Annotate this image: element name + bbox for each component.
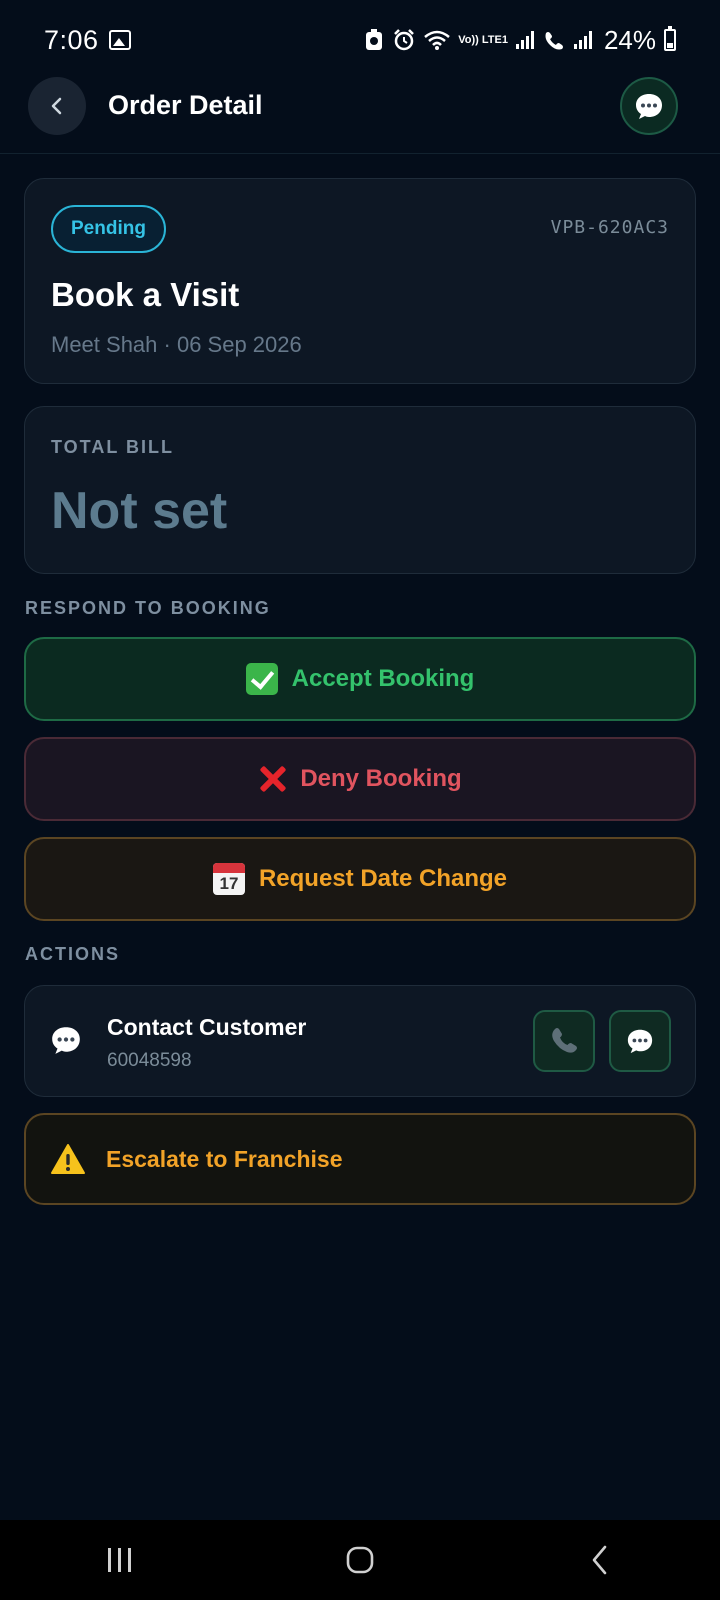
system-nav-bar	[0, 1520, 720, 1600]
order-title: Book a Visit	[51, 276, 240, 313]
gallery-icon	[108, 30, 131, 50]
total-bill-label: TOTAL BILL	[51, 437, 174, 457]
chat-bubble-icon	[52, 1027, 80, 1054]
warning-icon	[51, 1144, 85, 1174]
recent-apps-icon	[108, 1548, 131, 1572]
back-button[interactable]	[28, 77, 86, 135]
accept-booking-label: Accept Booking	[291, 665, 475, 692]
alarm-icon	[394, 29, 415, 51]
cross-icon	[258, 765, 286, 793]
back-arrow-icon	[592, 1545, 607, 1575]
calendar-day: 17	[219, 874, 239, 893]
chat-bubble-icon	[627, 1029, 653, 1054]
signal-icon-2	[573, 31, 592, 49]
status-time: 7:06	[44, 24, 99, 55]
battery-percent: 24%	[603, 24, 656, 55]
chat-button[interactable]	[620, 77, 678, 135]
wifi-call-icon	[545, 32, 563, 50]
total-bill-value: Not set	[51, 482, 228, 540]
contact-customer-title: Contact Customer	[107, 1014, 307, 1040]
status-bar: 7:06 Vo)) LTE1 24%	[0, 0, 720, 80]
escalate-label: Escalate to Franchise	[106, 1145, 343, 1172]
screen: 7:06 Vo)) LTE1 24% Order Detail Pending …	[0, 0, 720, 1600]
signal-icon	[515, 31, 534, 49]
escalate-to-franchise-button[interactable]: Escalate to Franchise	[24, 1113, 696, 1205]
deny-booking-button[interactable]: Deny Booking	[24, 737, 696, 821]
order-meta: Meet Shah · 06 Sep 2026	[51, 332, 302, 357]
chat-bubble-icon	[636, 94, 662, 119]
accept-booking-button[interactable]: Accept Booking	[24, 637, 696, 721]
page-title: Order Detail	[108, 90, 263, 120]
message-button[interactable]	[609, 1010, 671, 1072]
system-back-button[interactable]	[540, 1530, 660, 1590]
home-button[interactable]	[300, 1530, 420, 1590]
data-saver-icon	[366, 29, 383, 50]
wifi-icon	[424, 30, 451, 50]
volte-label: Vo)) LTE1	[458, 33, 508, 46]
chevron-left-icon	[51, 97, 62, 115]
actions-section-label: ACTIONS	[25, 944, 120, 964]
request-date-change-label: Request Date Change	[258, 865, 508, 892]
contact-customer-card: Contact Customer 60048598	[24, 985, 696, 1097]
app-header: Order Detail	[0, 76, 720, 154]
home-icon	[346, 1546, 374, 1574]
total-bill-card: TOTAL BILL Not set	[24, 406, 696, 574]
deny-booking-label: Deny Booking	[300, 765, 462, 792]
battery-icon	[664, 26, 676, 51]
status-icons: Vo)) LTE1 24%	[364, 25, 676, 56]
respond-section-label: RESPOND TO BOOKING	[25, 598, 271, 618]
status-badge: Pending	[51, 205, 166, 253]
calendar-icon: 17	[212, 863, 245, 895]
call-button[interactable]	[533, 1010, 595, 1072]
request-date-change-button[interactable]: 17 Request Date Change	[24, 837, 696, 921]
order-id: VPB-620AC3	[550, 217, 669, 238]
check-icon	[245, 663, 278, 695]
contact-phone: 60048598	[107, 1050, 192, 1071]
phone-icon	[552, 1028, 577, 1053]
recent-apps-button[interactable]	[60, 1530, 180, 1590]
order-summary-card: Pending VPB-620AC3 Book a Visit Meet Sha…	[24, 178, 696, 384]
